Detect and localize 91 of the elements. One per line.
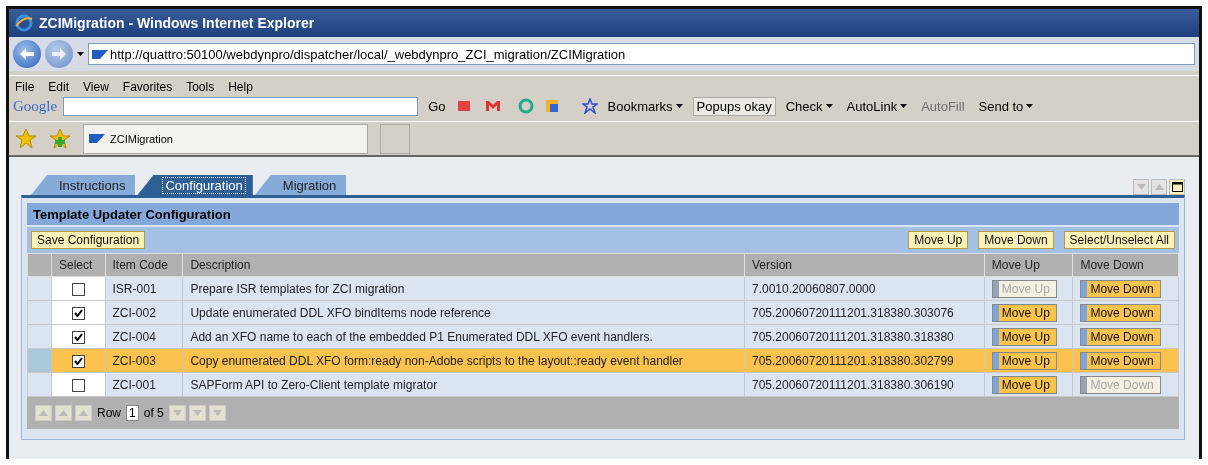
menu-item[interactable]: Help (228, 80, 253, 94)
column-header: Move Up (984, 253, 1073, 277)
action-button[interactable]: Select/Unselect All (1063, 231, 1175, 249)
move-up-button[interactable]: Move Up (991, 351, 1057, 370)
next-row-button[interactable] (168, 405, 186, 421)
back-button[interactable] (13, 40, 41, 68)
column-header: Select (51, 253, 105, 277)
previous-row-button[interactable] (75, 405, 92, 421)
caret-icon (1026, 104, 1034, 108)
toolbar-button[interactable]: Popups okay (692, 96, 776, 116)
sap-logo-icon (92, 49, 108, 59)
move-up-button[interactable]: Move Up (991, 303, 1057, 322)
google-logo: Google (13, 97, 58, 115)
checkbox[interactable] (71, 282, 85, 296)
move-up-button[interactable]: Move Up (991, 375, 1057, 394)
toolbar-menu[interactable]: Bookmarks (603, 96, 687, 116)
tab[interactable]: Instructions (31, 175, 136, 195)
scroll-left-button[interactable] (1133, 179, 1149, 195)
next-page-button[interactable] (188, 405, 206, 421)
last-page-button[interactable] (208, 405, 226, 421)
move-up-button[interactable]: Move Up (991, 327, 1057, 346)
column-header: Move Down (1072, 253, 1179, 277)
forward-button[interactable] (45, 40, 73, 68)
tab[interactable]: Migration (254, 175, 347, 195)
new-tab-button[interactable] (380, 123, 410, 154)
move-down-button[interactable]: Move Down (1080, 351, 1161, 370)
row-field[interactable]: 1 (126, 405, 139, 421)
table-cell: Update enumerated DDL XFO bindItems node reference (182, 300, 745, 325)
up-triangle-icon (39, 410, 48, 416)
column-header: Description (182, 253, 745, 277)
checkbox[interactable] (71, 354, 85, 368)
table-cell: Copy enumerated DDL XFO form:ready non-Adobe scripts to the layout::ready event handler (182, 348, 745, 373)
right-arrow-icon (52, 48, 66, 60)
column-header: Version (744, 253, 985, 277)
address-field[interactable]: http://quattro:50100/webdynpro/dispatcher/local/_webdynpro_ZCI_migration/ZCIMigration (88, 43, 1195, 65)
up-triangle-icon (59, 410, 68, 416)
table-cell: SAPForm API to Zero-Client template migrator (182, 372, 745, 397)
row-selector[interactable] (27, 372, 52, 397)
caret-icon (77, 52, 84, 56)
up-triangle-icon (1154, 184, 1164, 190)
row-selector[interactable] (27, 276, 52, 301)
first-page-button[interactable] (35, 405, 52, 421)
toolbar-menu[interactable]: Send to (974, 96, 1038, 116)
menu-item[interactable]: File (15, 80, 35, 94)
move-down-button[interactable]: Move Down (1080, 279, 1161, 298)
row-selector[interactable] (27, 348, 52, 373)
caret-icon (900, 104, 908, 108)
menu-item[interactable]: Tools (186, 80, 215, 94)
move-down-button[interactable]: Move Down (1080, 303, 1161, 322)
menu-item[interactable]: Favorites (122, 80, 173, 94)
star-icon (581, 98, 598, 114)
action-button[interactable]: Move Down (978, 231, 1054, 249)
menu-item[interactable]: Edit (48, 80, 70, 94)
panel-title: Template Updater Configuration (27, 203, 1179, 225)
table-cell: 705.20060720111201.318380.303076 (744, 300, 985, 325)
action-button[interactable]: Move Up (908, 231, 969, 249)
table-cell: 705.20060720111201.318380.302799 (744, 348, 985, 373)
table-cell: 705.20060720111201.318380.306190 (744, 372, 985, 397)
column-header: Item Code (105, 253, 183, 277)
go-button[interactable]: Go (424, 96, 450, 116)
browser-logo-icon (15, 14, 33, 32)
window-title: ZCIMigration - Windows Internet Explorer (39, 15, 315, 31)
row-selector[interactable] (27, 324, 52, 349)
row-total: of 5 (143, 406, 164, 420)
table-cell: 705.20060720111201.318380.318380 (744, 324, 985, 349)
browser-tab[interactable]: ZCIMigration (83, 123, 368, 154)
sap-logo-icon (89, 134, 105, 143)
table-cell: 7.0010.20060807.0000 (744, 276, 985, 301)
table-cell: Prepare ISR templates for ZCI migration (182, 276, 745, 301)
left-arrow-icon (20, 48, 34, 60)
favorites-star-icon[interactable] (15, 127, 37, 150)
toolbar-menu[interactable]: Check (781, 96, 837, 116)
previous-page-button[interactable] (55, 405, 72, 421)
menu-item[interactable]: View (83, 80, 109, 94)
caret-icon (825, 104, 833, 108)
row-selector[interactable] (27, 300, 52, 325)
save-button[interactable]: Save Configuration (31, 231, 146, 249)
caret-icon (675, 104, 683, 108)
move-down-button[interactable]: Move Down (1080, 327, 1161, 346)
search-field[interactable] (63, 96, 419, 116)
tab[interactable]: Configuration (137, 175, 253, 195)
table-cell: Add an XFO name to each of the embedded P1 Enumerated DDL XFO event handlers. (182, 324, 745, 349)
up-triangle-icon (79, 410, 88, 416)
row-label: Row (97, 406, 121, 420)
add-favorite-icon[interactable] (49, 127, 71, 150)
checkbox[interactable] (71, 306, 85, 320)
checkbox[interactable] (71, 330, 85, 344)
window-icon[interactable] (1169, 179, 1185, 195)
toolbar-menu[interactable]: AutoLink (842, 96, 912, 116)
down-triangle-icon (1136, 184, 1146, 190)
checkbox[interactable] (71, 378, 85, 392)
